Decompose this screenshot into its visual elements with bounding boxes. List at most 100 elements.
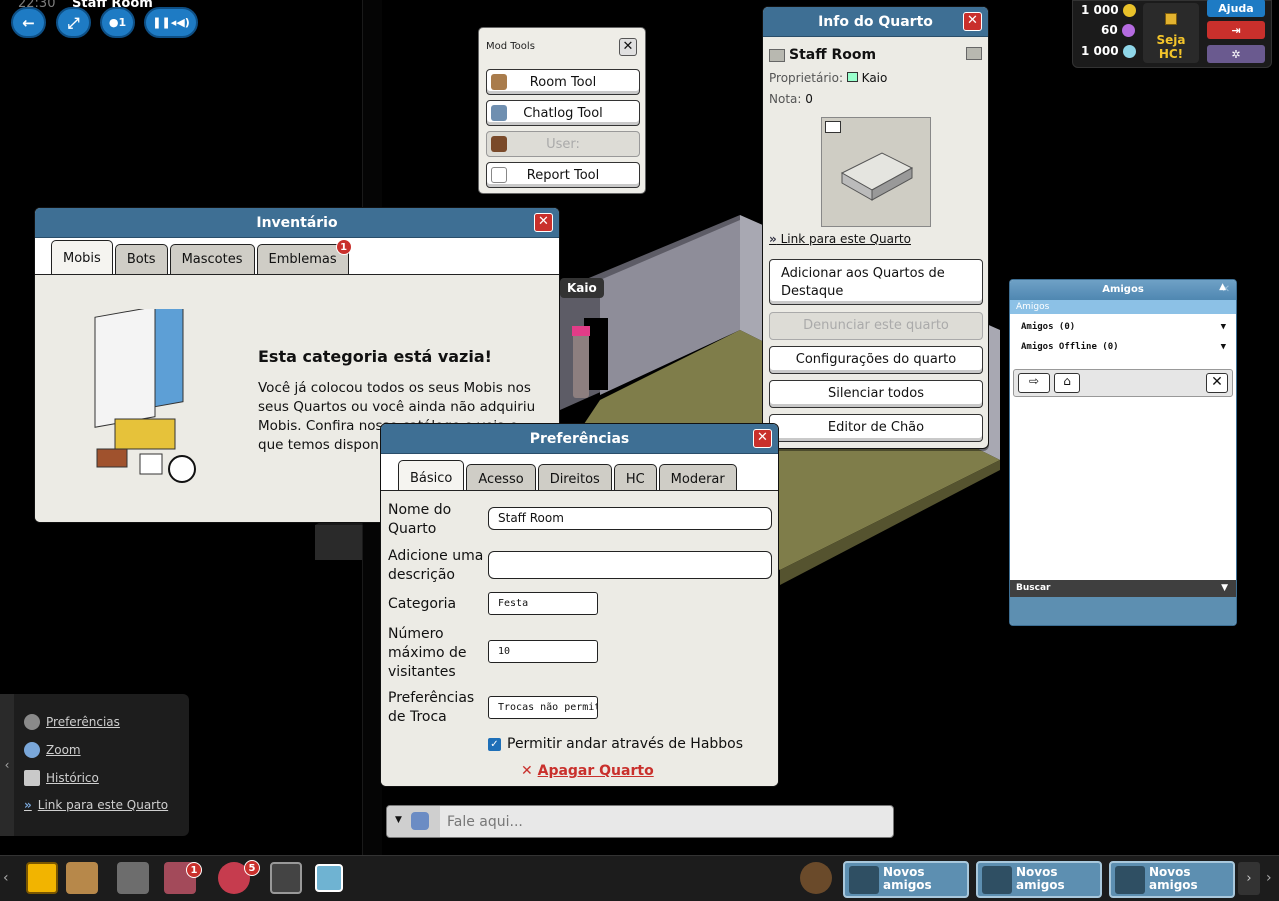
walk-through-checkbox[interactable]: ✓	[488, 737, 501, 751]
room-info-close-button[interactable]: ✕	[963, 12, 982, 31]
category-select[interactable]: Festa	[488, 592, 598, 615]
friends-search-header[interactable]: Buscar ▼	[1010, 580, 1236, 597]
emblemas-badge: 1	[335, 239, 352, 255]
add-friend-icon	[1115, 866, 1145, 894]
room-info-header[interactable]: Info do Quarto ✕	[763, 7, 988, 37]
description-label: Adicione uma descrição	[388, 548, 484, 583]
mute-all-label: Silenciar todos	[828, 386, 924, 401]
friends-header[interactable]: Amigos ✕	[1010, 280, 1236, 300]
room-settings-button[interactable]: Configurações do quarto	[769, 346, 983, 374]
chat-input[interactable]: Fale aqui...	[447, 814, 523, 830]
media-controls[interactable]: ❚❚ ◂ ◀)	[144, 7, 198, 38]
mod-tools-window: Mod Tools ✕ Room Tool Chatlog Tool User:…	[478, 27, 646, 194]
tab-bots[interactable]: Bots	[114, 244, 168, 274]
tab-moderar-label: Moderar	[670, 472, 725, 487]
tab-mobis-label: Mobis	[63, 250, 101, 266]
close-icon: ✕	[521, 763, 533, 779]
room-info-name: Staff Room	[769, 47, 876, 63]
friend-request-button-2[interactable]: Novos amigos	[976, 861, 1102, 898]
double-chevron-icon: »	[24, 798, 32, 812]
home-room-icon[interactable]	[966, 47, 982, 60]
tab-acesso-label: Acesso	[478, 472, 524, 487]
owner-name[interactable]: Kaio	[862, 71, 888, 85]
avatar-badge: 5	[244, 860, 260, 876]
avatar-name-tag: Kaio	[560, 278, 604, 298]
collapse-menu-button[interactable]: ‹	[0, 694, 14, 836]
chevron-right-icon[interactable]: ›	[1266, 870, 1272, 886]
inventory-header[interactable]: Inventário ✕	[35, 208, 559, 238]
tab-emblemas[interactable]: Emblemas 1	[256, 239, 352, 274]
follow-friend-button[interactable]: ⇨	[1018, 373, 1050, 393]
remove-friend-button[interactable]: ✕	[1206, 373, 1228, 393]
friends-online-label: Amigos (0)	[1021, 322, 1076, 332]
room-info-name-text: Staff Room	[789, 47, 877, 63]
help-button[interactable]: Ajuda	[1207, 0, 1265, 17]
max-visitors-select[interactable]: 10	[488, 640, 598, 663]
preferences-body: Nome do Quarto Staff Room Adicione uma d…	[381, 490, 778, 786]
navigator-icon[interactable]	[66, 862, 98, 894]
user-tool-button: User:	[486, 131, 640, 157]
room-info-window: Info do Quarto ✕ Staff Room Proprietário:…	[762, 6, 989, 449]
friends-offline-group[interactable]: Amigos Offline (0) ▼	[1010, 337, 1236, 357]
description-input[interactable]	[488, 551, 772, 579]
friends-footer	[1010, 597, 1236, 625]
category-label: Categoria	[388, 596, 457, 612]
rating-value: 0	[805, 92, 813, 106]
coin-icon	[1122, 3, 1136, 17]
mute-all-button[interactable]: Silenciar todos	[769, 380, 983, 408]
user-head-icon	[491, 136, 507, 152]
logout-button[interactable]: ⇥	[1207, 21, 1265, 39]
menu-history-label: Histórico	[46, 771, 99, 785]
trade-label: Preferências de Troca	[388, 690, 475, 725]
preferences-close-button[interactable]: ✕	[753, 429, 772, 448]
tab-mascotes[interactable]: Mascotes	[169, 244, 255, 274]
camera-icon[interactable]	[825, 121, 841, 133]
friends-icon[interactable]	[800, 862, 832, 894]
friend-request-button-1[interactable]: Novos amigos	[843, 861, 969, 898]
owner-label: Proprietário:	[769, 71, 844, 85]
report-tool-button[interactable]: Report Tool	[486, 162, 640, 188]
fullscreen-button[interactable]: ⤢	[56, 7, 91, 38]
room-tool-button[interactable]: Room Tool	[486, 69, 640, 95]
settings-button[interactable]: ✲	[1207, 45, 1265, 63]
delete-room-link[interactable]: ✕ Apagar Quarto	[521, 763, 654, 779]
friends-subheader[interactable]: Amigos ▲	[1010, 282, 1236, 314]
chat-style-button[interactable]: ▼	[387, 806, 440, 837]
friends-online-group[interactable]: Amigos (0) ▼	[1010, 317, 1236, 337]
chatlog-tool-button[interactable]: Chatlog Tool	[486, 100, 640, 126]
mod-tools-close-button[interactable]: ✕	[619, 38, 637, 56]
room-name-input[interactable]: Staff Room	[488, 507, 772, 530]
tab-direitos-label: Direitos	[549, 472, 600, 487]
trade-select[interactable]: Trocas não permitidas	[488, 696, 598, 719]
chevron-down-icon: ▼	[1220, 342, 1226, 352]
friends-window: Amigos ✕ Amigos ▲ Amigos (0) ▼ Amigos Offli…	[1009, 279, 1237, 626]
mod-tools-icon[interactable]	[315, 864, 343, 892]
catalogue-icon[interactable]	[117, 862, 149, 894]
inventory-close-button[interactable]: ✕	[534, 213, 553, 232]
credits-value: 1 000	[1081, 3, 1119, 17]
users-button[interactable]: ● 1	[100, 7, 135, 38]
inventory-badge: 1	[186, 862, 202, 878]
friend-request-button-3[interactable]: Novos amigos	[1109, 861, 1235, 898]
menu-room-link[interactable]: » Link para este Quarto	[24, 798, 168, 812]
report-room-label: Denunciar este quarto	[803, 318, 949, 333]
tab-mobis[interactable]: Mobis	[51, 240, 113, 275]
floor-editor-button[interactable]: Editor de Chão	[769, 414, 983, 442]
pause-icon: ❚❚	[152, 16, 171, 29]
preferences-header[interactable]: Preferências ✕	[381, 424, 778, 454]
back-button[interactable]: ←	[11, 7, 46, 38]
camera-icon[interactable]	[270, 862, 302, 894]
feature-room-button[interactable]: Adicionar aos Quartos de Destaque	[769, 259, 983, 305]
empty-title: Esta categoria está vazia!	[258, 347, 492, 366]
chevron-left-icon[interactable]: ‹	[3, 870, 9, 886]
hc-button[interactable]: Seja HC!	[1143, 3, 1199, 63]
max-visitors-label: Número máximo de visitantes	[388, 626, 467, 680]
hotel-view-icon[interactable]	[26, 862, 58, 894]
menu-history[interactable]: Histórico	[24, 770, 99, 786]
room-link[interactable]: » Link para este Quarto	[769, 232, 911, 246]
chevron-right-icon[interactable]: ›	[1238, 862, 1260, 895]
home-icon[interactable]: ⌂	[1054, 373, 1080, 393]
menu-preferences[interactable]: Preferências	[24, 714, 120, 730]
duckets: 60	[1101, 23, 1135, 37]
menu-zoom[interactable]: Zoom	[24, 742, 81, 758]
